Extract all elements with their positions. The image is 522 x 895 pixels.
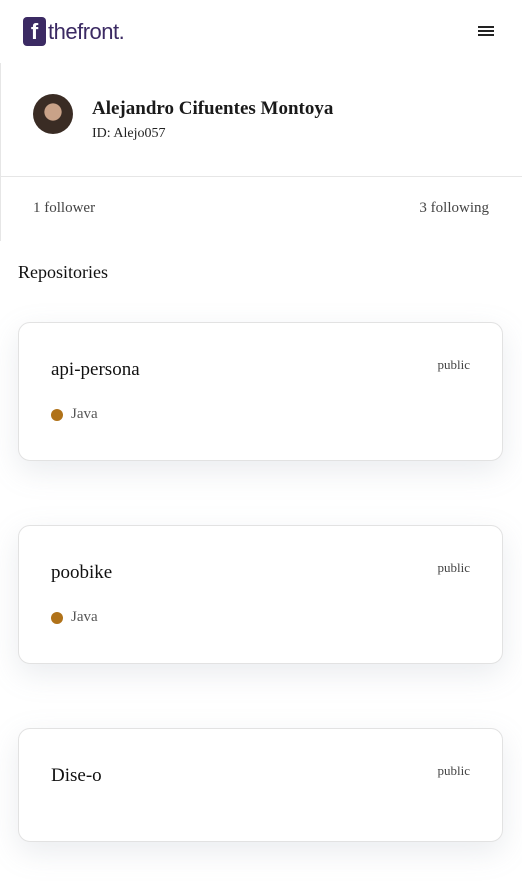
language-dot-icon — [51, 408, 63, 421]
profile-id: ID: Alejo057 — [92, 126, 166, 141]
logo-text: thefront. — [48, 18, 125, 44]
top-bar: f thefront. — [0, 0, 522, 64]
repo-visibility: public — [437, 763, 471, 778]
repo-name[interactable]: Dise-o — [51, 765, 102, 787]
logo-mark: f — [23, 16, 46, 46]
divider — [1, 176, 522, 177]
avatar[interactable] — [33, 94, 73, 134]
repositories-title: Repositories — [18, 262, 108, 282]
repo-card[interactable]: Dise-o public — [18, 728, 503, 842]
repo-language: Java — [51, 609, 98, 626]
profile-card: Alejandro Cifuentes Montoya ID: Alejo057… — [0, 63, 522, 241]
followers-link[interactable]: 1 follower — [33, 200, 95, 217]
menu-icon[interactable] — [476, 22, 496, 40]
repo-language-label: Java — [71, 406, 98, 422]
repo-card[interactable]: poobike public Java — [18, 525, 503, 664]
repo-visibility: public — [437, 560, 471, 575]
repo-name[interactable]: poobike — [51, 562, 112, 584]
following-link[interactable]: 3 following — [419, 200, 489, 217]
repo-card[interactable]: api-persona public Java — [18, 322, 503, 461]
repo-language-label: Java — [71, 609, 98, 625]
repo-visibility: public — [437, 357, 471, 372]
repo-name[interactable]: api-persona — [51, 359, 140, 381]
repo-language: Java — [51, 406, 98, 423]
language-dot-icon — [51, 611, 63, 624]
profile-name: Alejandro Cifuentes Montoya — [92, 98, 334, 119]
logo[interactable]: f thefront. — [23, 16, 125, 46]
